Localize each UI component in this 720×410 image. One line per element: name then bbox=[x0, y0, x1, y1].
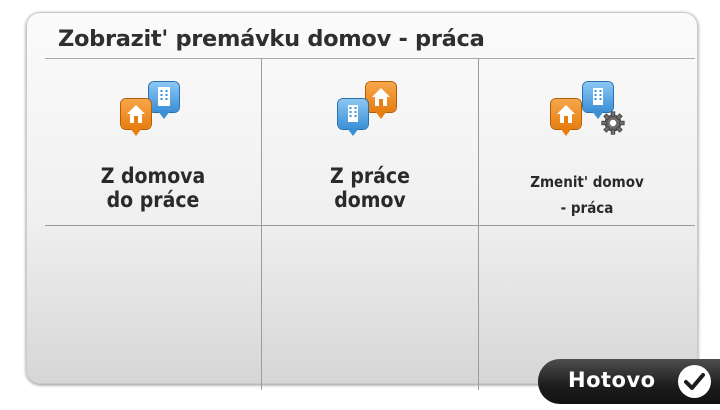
tile-work-to-home[interactable]: Z práce domov bbox=[262, 59, 478, 225]
home-pin-icon bbox=[121, 99, 151, 136]
office-pin-icon bbox=[149, 82, 179, 119]
home-pin-icon bbox=[551, 99, 581, 136]
checkmark-icon bbox=[678, 365, 711, 398]
tile-label: Z práce domov bbox=[330, 164, 410, 212]
done-button[interactable]: Hotovo bbox=[538, 359, 720, 404]
done-button-label: Hotovo bbox=[568, 368, 656, 392]
office-pin-icon bbox=[338, 99, 368, 136]
office-pin-icon bbox=[583, 82, 613, 119]
work-to-home-icon bbox=[330, 77, 410, 147]
tile-label: Z domova do práce bbox=[100, 164, 206, 212]
tile-label: Zmenit' domov - práca bbox=[530, 173, 644, 217]
change-home-work-icon bbox=[541, 77, 631, 152]
menu-grid: Z domova do práce Z práce domov Zmenit' … bbox=[45, 58, 695, 390]
tile-home-to-work[interactable]: Z domova do práce bbox=[45, 59, 261, 225]
home-pin-icon bbox=[366, 82, 396, 119]
screen-title: Zobrazit' premávku domov - práca bbox=[58, 26, 485, 52]
home-to-work-icon bbox=[113, 77, 193, 147]
menu-panel: Zobrazit' premávku domov - práca Z domov… bbox=[26, 12, 698, 390]
empty-cell bbox=[45, 226, 261, 390]
tile-change-home-work[interactable]: Zmenit' domov - práca bbox=[479, 59, 695, 225]
empty-cell bbox=[262, 226, 478, 390]
gear-icon bbox=[601, 111, 625, 135]
